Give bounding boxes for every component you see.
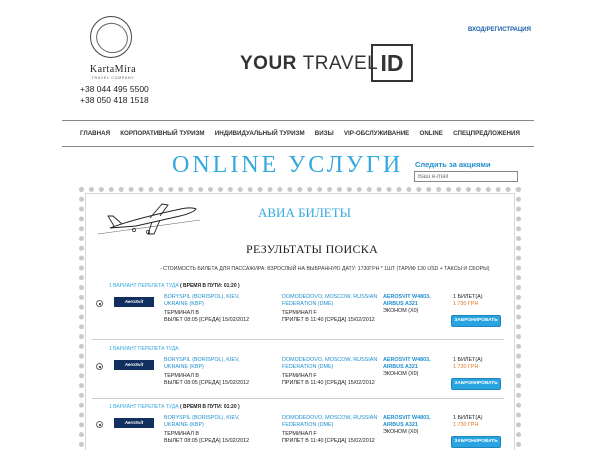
departure-info: ТЕРМИНАЛ B ВЫЛЕТ 08:05 [СРЕДА] 15/02/201…: [164, 373, 249, 387]
auth-links: ВХОД/РЕГИСТРАЦИЯ: [468, 27, 531, 33]
ticket-info: 1 БИЛЕТ(А) 1 730 ГРН: [453, 294, 483, 308]
row-divider: [92, 398, 504, 399]
carrier-logo: AeroSvit: [114, 418, 154, 428]
arrival-terminal: ТЕРМИНАЛ F: [282, 373, 317, 379]
nav-item-home[interactable]: ГЛАВНАЯ: [80, 130, 110, 137]
nav-item-vip[interactable]: VIP-ОБСЛУЖИВАНИЕ: [344, 130, 409, 137]
ticket-count: 1 БИЛЕТ(А): [453, 415, 483, 421]
nav-item-individual[interactable]: ИНДИВИДУАЛЬНЫЙ ТУРИЗМ: [215, 130, 305, 137]
nav-divider-top: [62, 120, 534, 121]
site-title: YOUR TRAVEL: [240, 53, 378, 75]
arrival-city[interactable]: DOMODEDOVO, MOSCOW, RUSSIAN FEDERATION (…: [282, 357, 382, 371]
price-note: - СТОИМОСТЬ БИЛЕТА ДЛЯ ПАССАЖИРА: ВЗРОСЛ…: [160, 266, 490, 272]
section-title: АВИА БИЛЕТЫ: [258, 205, 351, 220]
departure-time: ВЫЛЕТ 08:05 [СРЕДА] 15/02/2012: [164, 380, 250, 386]
departure-city[interactable]: BORYSPIL (BORISPOL), KIEV, UKRAINE (KBP): [164, 357, 264, 371]
flight-number[interactable]: AEROSVIT W4803,: [383, 294, 431, 301]
book-button[interactable]: ЗАБРОНИРОВАТЬ: [451, 378, 501, 390]
route-variant-label: 1 ВАРИАНТ ПЕРЕЛЕТА ТУДА: [109, 283, 179, 289]
nav-item-corporate[interactable]: КОРПОРАТИВНЫЙ ТУРИЗМ: [120, 130, 204, 137]
result-row-header: 1 ВАРИАНТ ПЕРЕЛЕТА ТУДА: [109, 346, 179, 352]
flight-info: AEROSVIT W4803, AIRBUS A321 ЭКОНОМ (Х0): [383, 294, 431, 315]
departure-time: ВЫЛЕТ 08:05 [СРЕДА] 15/02/2012: [164, 438, 250, 444]
ticket-price: 1 730 ГРН: [453, 364, 479, 370]
book-button[interactable]: ЗАБРОНИРОВАТЬ: [451, 436, 501, 448]
brand-name: KartaMira: [89, 64, 137, 75]
results-title: РЕЗУЛЬТАТЫ ПОИСКА: [246, 242, 379, 256]
route-variant-label: 1 ВАРИАНТ ПЕРЕЛЕТА ТУДА: [109, 346, 179, 352]
nav-item-special-offers[interactable]: СПЕЦПРЕДЛОЖЕНИЯ: [453, 130, 520, 137]
radio-icon[interactable]: [96, 421, 103, 428]
departure-terminal: ТЕРМИНАЛ B: [164, 310, 200, 316]
fare-class: ЭКОНОМ (Х0): [383, 371, 419, 377]
ticket-price: 1 730 ГРН: [453, 301, 479, 307]
login-link[interactable]: ВХОД: [468, 27, 485, 33]
arrival-info: ТЕРМИНАЛ F ПРИЛЕТ В 11:40 [СРЕДА] 15/02/…: [282, 431, 375, 445]
brand-logo-icon[interactable]: [90, 16, 132, 58]
flight-number[interactable]: AEROSVIT W4803,: [383, 357, 431, 364]
nav-divider-bottom: [62, 146, 534, 147]
route-variant-label: 1 ВАРИАНТ ПЕРЕЛЕТА ТУДА: [109, 404, 179, 410]
main-nav: ГЛАВНАЯ КОРПОРАТИВНЫЙ ТУРИЗМ ИНДИВИДУАЛЬ…: [80, 130, 520, 137]
arrival-time: ПРИЛЕТ В 11:40 [СРЕДА] 15/02/2012: [282, 317, 375, 323]
arrival-city[interactable]: DOMODEDOVO, MOSCOW, RUSSIAN FEDERATION (…: [282, 415, 382, 429]
flight-number[interactable]: AEROSVIT W4803,: [383, 415, 431, 422]
radio-icon[interactable]: [96, 300, 103, 307]
departure-info: ТЕРМИНАЛ B ВЫЛЕТ 08:05 [СРЕДА] 15/02/201…: [164, 310, 249, 324]
register-link[interactable]: РЕГИСТРАЦИЯ: [487, 27, 531, 33]
travel-time: ( ВРЕМЯ В ПУТИ: 01:20 ): [179, 283, 240, 289]
arrival-info: ТЕРМИНАЛ F ПРИЛЕТ В 11:40 [СРЕДА] 15/02/…: [282, 373, 375, 387]
title-your: YOUR: [240, 53, 297, 74]
aircraft-type[interactable]: AIRBUS A321: [383, 364, 431, 371]
row-divider: [92, 339, 504, 340]
ticket-info: 1 БИЛЕТ(А) 1 730 ГРН: [453, 357, 483, 371]
result-row: 1 ВАРИАНТ ПЕРЕЛЕТА ТУДА AeroSvit BORYSPI…: [92, 346, 504, 406]
promo-subscribe-label: Следить за акциями: [415, 160, 491, 169]
flight-info: AEROSVIT W4803, AIRBUS A321 ЭКОНОМ (Х0): [383, 415, 431, 436]
book-button[interactable]: ЗАБРОНИРОВАТЬ: [451, 315, 501, 327]
ticket-price: 1 730 ГРН: [453, 422, 479, 428]
departure-city[interactable]: BORYSPIL (BORISPOL), KIEV, UKRAINE (KBP): [164, 294, 264, 308]
brand-subtitle: TRAVEL COMPANY: [91, 76, 135, 80]
ticket-info: 1 БИЛЕТ(А) 1 730 ГРН: [453, 415, 483, 429]
ticket-count: 1 БИЛЕТ(А): [453, 294, 483, 300]
nav-item-online[interactable]: ONLINE: [420, 130, 443, 137]
email-field[interactable]: [414, 171, 518, 182]
result-row-header: 1 ВАРИАНТ ПЕРЕЛЕТА ТУДА ( ВРЕМЯ В ПУТИ: …: [109, 283, 240, 289]
ticket-count: 1 БИЛЕТ(А): [453, 357, 483, 363]
fare-class: ЭКОНОМ (Х0): [383, 308, 419, 314]
arrival-time: ПРИЛЕТ В 11:40 [СРЕДА] 15/02/2012: [282, 438, 375, 444]
departure-terminal: ТЕРМИНАЛ B: [164, 431, 200, 437]
carrier-logo: AeroSvit: [114, 297, 154, 307]
arrival-terminal: ТЕРМИНАЛ F: [282, 431, 317, 437]
travel-time: ( ВРЕМЯ В ПУТИ: 01:20 ): [179, 404, 240, 410]
fare-class: ЭКОНОМ (Х0): [383, 429, 419, 435]
nav-item-visas[interactable]: ВИЗЫ: [315, 130, 334, 137]
arrival-time: ПРИЛЕТ В 11:40 [СРЕДА] 15/02/2012: [282, 380, 375, 386]
arrival-terminal: ТЕРМИНАЛ F: [282, 310, 317, 316]
arrival-city[interactable]: DOMODEDOVO, MOSCOW, RUSSIAN FEDERATION (…: [282, 294, 382, 308]
radio-icon[interactable]: [96, 363, 103, 370]
result-row: 1 ВАРИАНТ ПЕРЕЛЕТА ТУДА ( ВРЕМЯ В ПУТИ: …: [92, 404, 504, 450]
phone-number-1: +38 044 495 5500: [80, 84, 149, 94]
departure-time: ВЫЛЕТ 08:05 [СРЕДА] 15/02/2012: [164, 317, 250, 323]
title-travel: TRAVEL: [302, 53, 379, 74]
departure-city[interactable]: BORYSPIL (BORISPOL), KIEV, UKRAINE (KBP): [164, 415, 264, 429]
carrier-logo: AeroSvit: [114, 360, 154, 370]
airplane-sketch-icon: [97, 203, 201, 235]
phone-number-2: +38 050 418 1518: [80, 95, 149, 105]
title-id-box: ID: [371, 44, 413, 82]
aircraft-type[interactable]: AIRBUS A321: [383, 422, 431, 429]
page-title: ONLINE УСЛУГИ: [172, 152, 404, 178]
result-row: 1 ВАРИАНТ ПЕРЕЛЕТА ТУДА ( ВРЕМЯ В ПУТИ: …: [92, 283, 504, 343]
aircraft-type[interactable]: AIRBUS A321: [383, 301, 431, 308]
departure-terminal: ТЕРМИНАЛ B: [164, 373, 200, 379]
arrival-info: ТЕРМИНАЛ F ПРИЛЕТ В 11:40 [СРЕДА] 15/02/…: [282, 310, 375, 324]
departure-info: ТЕРМИНАЛ B ВЫЛЕТ 08:05 [СРЕДА] 15/02/201…: [164, 431, 249, 445]
flight-info: AEROSVIT W4803, AIRBUS A321 ЭКОНОМ (Х0): [383, 357, 431, 378]
result-row-header: 1 ВАРИАНТ ПЕРЕЛЕТА ТУДА ( ВРЕМЯ В ПУТИ: …: [109, 404, 240, 410]
